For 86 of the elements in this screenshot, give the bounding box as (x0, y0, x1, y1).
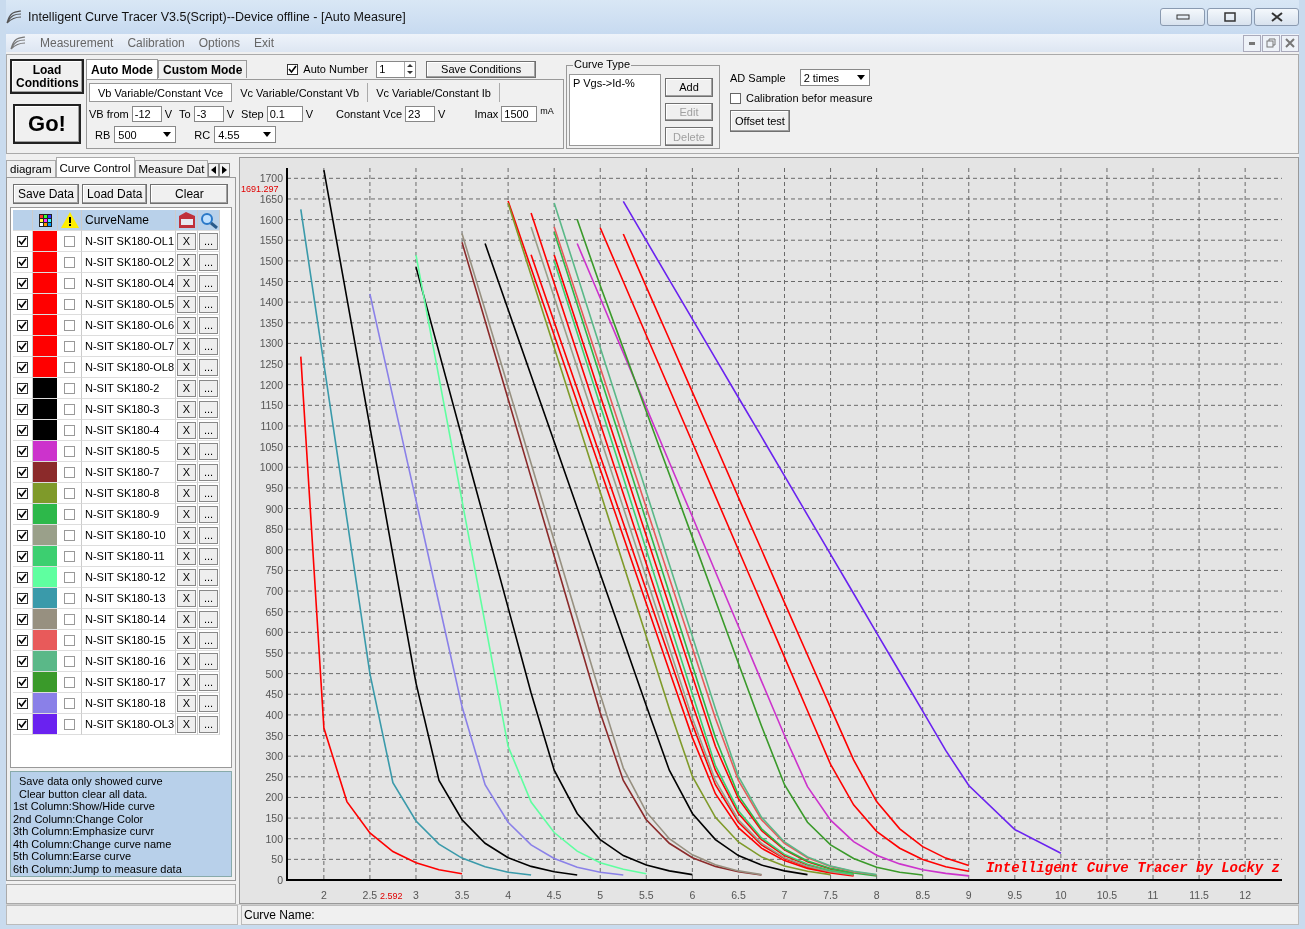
y-tick-label: 100 (265, 832, 283, 845)
y-tick-label: 900 (265, 502, 283, 515)
group-title: Curve Type (573, 58, 632, 70)
x-tick-label: 7.5 (823, 889, 838, 901)
unit-label: mA (540, 106, 554, 116)
field-label: Imax (474, 108, 499, 120)
x-tick-label: 8.5 (915, 889, 930, 901)
field-label: Constant Vce (336, 108, 403, 120)
x-tick-label: 10.5 (1096, 889, 1118, 901)
y-tick-label: 400 (265, 708, 283, 721)
y-tick-label: 1250 (259, 358, 283, 371)
x-tick-label: 4 (505, 889, 512, 901)
y-tick-label: 0 (277, 874, 283, 886)
help-line: Clear button clear all data. (18, 787, 149, 800)
x-tick-label: 11 (1147, 889, 1159, 901)
y-tick-label: 1700 (259, 172, 283, 185)
column-header: CurveName (82, 210, 176, 231)
window-title: Intelligent Curve Tracer V3.5(Script)--Device offline - [Auto Measure] (28, 10, 406, 24)
y-tick-label: 150 (265, 812, 283, 825)
unit-label: V (164, 108, 173, 120)
x-tick-label: 5 (597, 889, 604, 901)
x-tick-label: 2 (320, 889, 327, 901)
x-tick-label: 9.5 (1007, 889, 1023, 901)
curve-name-status: Curve Name: (241, 905, 1299, 925)
y-tick-label: 1100 (260, 419, 283, 432)
y-tick-label: 550 (265, 647, 283, 659)
x-tick-label: 4.5 (546, 889, 562, 901)
unit-label: V (226, 108, 235, 120)
y-tick-label: 200 (265, 791, 283, 804)
y-tick-label: 1350 (259, 316, 283, 329)
y-tick-label: 500 (265, 667, 283, 680)
auto-number-label: Auto Number (303, 63, 369, 75)
y-tick-label: 850 (265, 523, 283, 536)
unit-label: V (438, 108, 446, 120)
calibration-label: Calibration befor measure (746, 92, 873, 104)
help-line: Save data only showed curve (18, 775, 164, 788)
y-tick-label: 1500 (259, 254, 283, 267)
x-tick-label: 11.5 (1189, 889, 1209, 901)
unit-label: V (305, 108, 314, 120)
y-tick-label: 1450 (259, 275, 283, 288)
credit-text: Intelligent Curve Tracer by Locky z (985, 860, 1280, 876)
y-tick-label: 650 (265, 605, 283, 618)
x-tick-label: 7 (781, 889, 788, 901)
help-line: 4th Column:Change curve name (13, 837, 173, 850)
y-tick-label: 1000 (259, 461, 283, 474)
y-tick-label: 50 (271, 853, 283, 866)
field-label: RB (95, 128, 111, 141)
help-line: 2nd Column:Change Color (13, 812, 145, 825)
help-line: 5th Column:Earse curve (13, 850, 132, 863)
y-tick-label: 600 (265, 626, 283, 639)
cursor-x-readout: 2.592 (379, 891, 403, 901)
y-tick-label: 750 (265, 564, 283, 577)
x-tick-label: 2.5 (362, 889, 378, 901)
y-tick-label: 800 (265, 543, 283, 556)
field-label: RC (194, 128, 211, 141)
y-tick-label: 1400 (259, 296, 283, 309)
help-line: 3th Column:Emphasize curvr (13, 825, 156, 838)
y-tick-label: 700 (265, 585, 283, 598)
x-tick-label: 5.5 (639, 889, 654, 901)
ad-sample-label: AD Sample (730, 71, 786, 84)
x-tick-label: 6 (689, 889, 696, 901)
y-tick-label: 1650 (259, 192, 283, 205)
field-label: To (179, 108, 191, 120)
y-tick-label: 1150 (260, 399, 283, 412)
y-tick-label: 1550 (259, 234, 283, 247)
help-line: 6th Column:Jump to measure data (13, 862, 183, 875)
x-tick-label: 6.5 (731, 889, 746, 901)
x-tick-label: 9 (965, 889, 972, 901)
help-line: 1st Column:Show/Hide curve (13, 800, 156, 813)
y-tick-label: 300 (265, 750, 283, 763)
y-tick-label: 1200 (259, 378, 283, 391)
y-tick-label: 1300 (259, 337, 283, 350)
x-tick-label: 10 (1055, 889, 1067, 901)
y-tick-label: 1600 (259, 213, 283, 226)
x-tick-label: 8 (873, 889, 880, 901)
x-tick-label: 3 (413, 889, 419, 901)
y-tick-label: 250 (265, 770, 283, 783)
x-tick-label: 3.5 (454, 889, 470, 901)
field-label: Step (241, 108, 264, 120)
y-tick-label: 450 (265, 688, 283, 701)
field-label: VB from (89, 108, 129, 120)
y-tick-label: 1050 (259, 440, 283, 453)
x-tick-label: 12 (1239, 889, 1251, 901)
y-tick-label: 950 (265, 481, 283, 494)
cursor-y-readout: 1691.297 (241, 184, 279, 194)
y-tick-label: 350 (265, 729, 283, 742)
